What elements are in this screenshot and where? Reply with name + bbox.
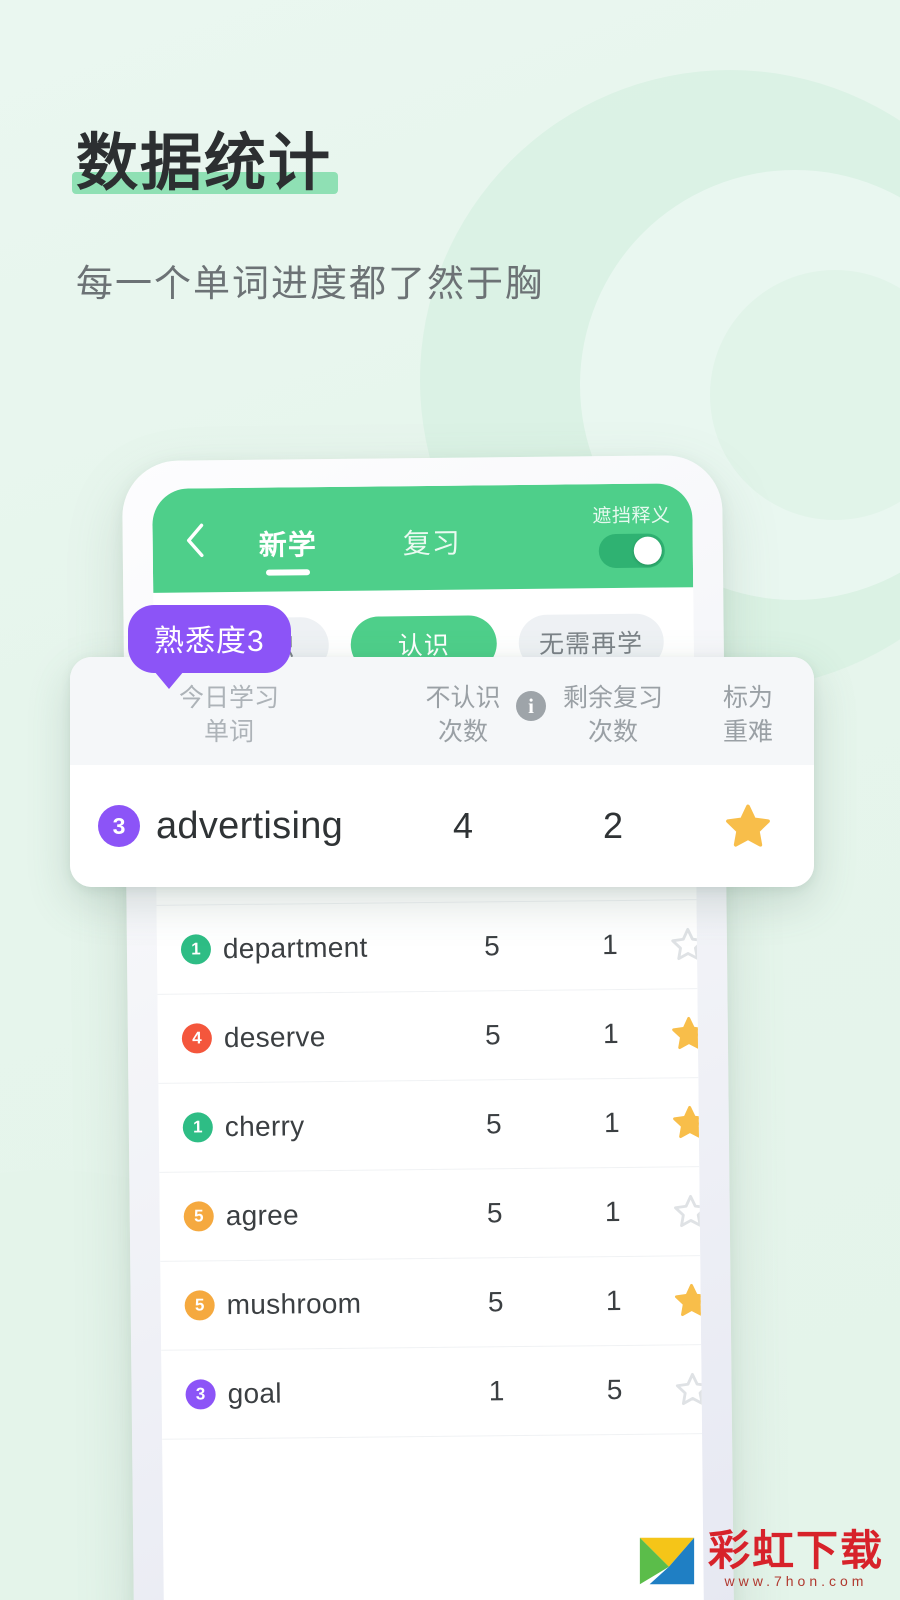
column-header-mark-line1: 标为 [722,684,773,712]
table-row[interactable]: 5 agree 5 1 [159,1167,705,1262]
star-icon-filled[interactable] [688,801,814,851]
row-unknown-count: 5 [484,1019,501,1051]
table-row[interactable]: 5 mushroom 5 1 [160,1256,705,1351]
star-icon-filled[interactable] [672,1281,705,1319]
row-remaining-count: 1 [601,929,618,961]
row-word: deserve [223,1021,326,1054]
row-word: cherry [224,1110,305,1143]
row-word: agree [225,1199,300,1232]
rainbow-download-logo-icon [639,1537,695,1585]
row-word: mushroom [226,1287,362,1321]
column-header-word-line2: 单词 [203,718,254,746]
star-icon-empty[interactable] [672,1192,705,1230]
highlight-table-row[interactable]: 3 advertising 4 2 [70,765,814,887]
mask-definition-label: 遮挡释义 [592,504,671,527]
app-header: 新学 复习 遮挡释义 [152,483,694,593]
row-unknown-count: 5 [483,930,500,962]
familiarity-badge: 5 [183,1201,214,1232]
watermark-url: www.7hon.com [724,1573,868,1590]
mask-definition-switch[interactable] [598,532,665,568]
row-word-cell: 1 department [180,931,433,966]
switch-knob [633,536,662,565]
hero-text-block: 数据统计 每一个单词进度都了然于胸 [72,128,544,307]
highlight-row-word: advertising [156,804,344,847]
familiarity-badge: 3 [185,1379,216,1410]
row-word: goal [227,1377,282,1410]
column-header-mark-difficult: 标为 重难 [688,681,814,749]
column-header-unknown-line1: 不认识 [425,684,501,712]
column-header-unknown-count: 不认识 次数 i [388,681,546,749]
column-header-word: 今日学习 单词 [70,681,388,749]
header-tabs: 新学 复习 [258,486,461,592]
column-header-word-line1: 今日学习 [178,684,279,712]
row-remaining-count: 1 [603,1106,620,1139]
tab-review[interactable]: 复习 [403,522,462,575]
row-remaining-count: 1 [602,1018,619,1050]
highlight-row-word-cell: 3 advertising [70,805,388,848]
highlight-row-unknown-count: 4 [452,805,474,846]
familiarity-badge: 1 [180,934,212,965]
word-list: 3watermelon151department514deserve511che… [155,811,705,1440]
row-word-cell: 5 mushroom [184,1287,437,1322]
row-remaining-count: 1 [604,1195,621,1228]
watermark: 彩虹下载 www.7hon.com [636,1528,884,1590]
row-word-cell: 4 deserve [181,1020,434,1055]
column-header-mark-line2: 重难 [722,718,773,746]
table-row[interactable]: 1 department 5 1 [156,900,705,995]
watermark-title: 彩虹下载 [707,1526,884,1574]
row-word-cell: 3 goal [185,1376,437,1411]
chevron-left-icon[interactable] [174,520,214,560]
column-header-remaining-line1: 剩余复习 [562,684,663,712]
row-unknown-count: 5 [487,1286,504,1318]
row-word: department [222,931,368,965]
familiarity-badge: 4 [181,1023,213,1054]
column-header-unknown-line2: 次数 [437,718,488,746]
table-row[interactable]: 3 goal 1 5 [161,1345,705,1440]
familiarity-badge: 3 [98,805,140,847]
highlight-row-remaining-count: 2 [602,805,624,846]
table-row[interactable]: 4 deserve 5 1 [157,989,705,1084]
familiarity-tooltip: 熟悉度3 [128,605,291,689]
page-title-wrap: 数据统计 [72,128,339,199]
row-word-cell: 1 cherry [182,1109,435,1144]
watermark-text: 彩虹下载 www.7hon.com [707,1526,884,1590]
row-unknown-count: 5 [486,1197,503,1229]
familiarity-badge: 1 [182,1112,213,1143]
row-remaining-count: 1 [605,1284,622,1317]
row-unknown-count: 1 [488,1375,505,1407]
tab-new-study[interactable]: 新学 [259,523,318,576]
row-remaining-count: 5 [606,1373,623,1406]
familiarity-badge: 5 [184,1290,215,1321]
column-header-remaining-line2: 次数 [587,718,638,746]
mask-definition-toggle-group: 遮挡释义 [592,500,671,572]
column-header-remaining-count: 剩余复习 次数 [538,681,688,749]
page-subtitle: 每一个单词进度都了然于胸 [76,263,544,305]
row-unknown-count: 5 [485,1108,502,1140]
star-icon-empty[interactable] [673,1370,705,1408]
highlight-card: 熟悉度3 今日学习 单词 不认识 次数 i 剩余复习 次数 标为 重难 3 ad… [70,605,814,887]
row-word-cell: 5 agree [183,1198,436,1233]
table-row[interactable]: 1 cherry 5 1 [158,1078,705,1173]
page-title: 数据统计 [76,129,333,198]
